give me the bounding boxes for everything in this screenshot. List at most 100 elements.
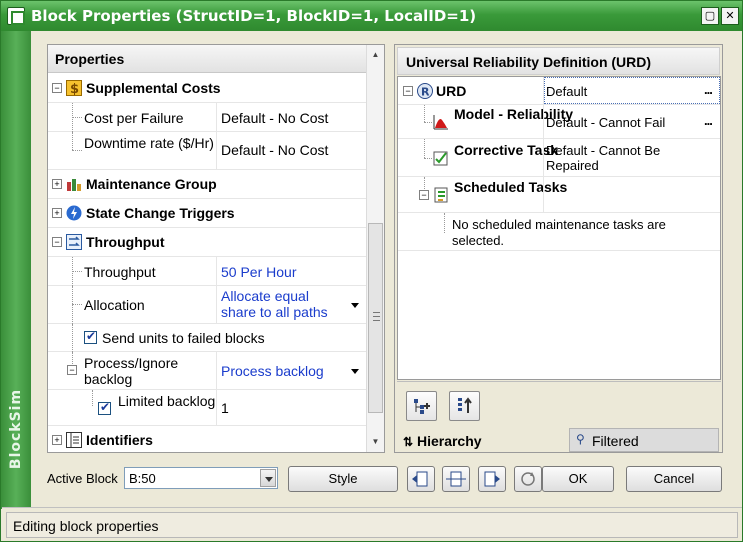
urd-root-browse-button[interactable]: ... <box>704 82 713 97</box>
expand-icon[interactable]: + <box>52 435 62 445</box>
tab-filtered[interactable]: ⚲ Filtered <box>569 428 719 452</box>
throughput-icon <box>66 234 82 250</box>
tree-line <box>424 122 432 123</box>
title-bar[interactable]: Block Properties (StructID=1, BlockID=1,… <box>1 1 742 31</box>
urd-model-value[interactable]: Default - Cannot Fail <box>546 115 665 130</box>
collapse-icon[interactable]: − <box>403 86 413 96</box>
column-divider <box>216 132 217 169</box>
urd-row-corrective[interactable]: Corrective Task Default - Cannot Be Repa… <box>398 139 720 177</box>
prop-name: Throughput <box>84 264 156 280</box>
expand-all-icon <box>414 399 430 414</box>
urd-row-scheduled-note: No scheduled maintenance tasks are selec… <box>398 213 720 251</box>
expand-icon[interactable]: + <box>52 208 62 218</box>
prop-value[interactable]: 1 <box>221 400 229 416</box>
category-throughput[interactable]: − Throughput <box>48 228 366 257</box>
status-bar: Editing block properties <box>2 507 742 541</box>
scroll-thumb[interactable] <box>368 223 383 413</box>
row-process-ignore-backlog[interactable]: − Process/Ignore backlog Process backlog <box>48 352 366 390</box>
maintenance-icon <box>66 176 82 192</box>
category-label: Throughput <box>86 234 165 250</box>
dollar-icon: $ <box>66 80 82 97</box>
cancel-button[interactable]: Cancel <box>626 466 722 492</box>
tab-hierarchy[interactable]: ⇅ Hierarchy <box>403 428 482 452</box>
column-divider <box>216 103 217 131</box>
limited-backlog-checkbox[interactable] <box>98 400 111 415</box>
dropdown-arrow-icon[interactable] <box>351 369 359 374</box>
tree-line <box>72 304 82 305</box>
row-cost-per-failure[interactable]: Cost per Failure Default - No Cost <box>48 103 366 132</box>
category-supplemental-costs[interactable]: − $ Supplemental Costs <box>48 74 366 103</box>
expand-all-button[interactable] <box>406 391 437 421</box>
center-block-button[interactable] <box>442 466 470 492</box>
trigger-icon <box>66 205 82 221</box>
prop-name: Send units to failed blocks <box>102 330 265 346</box>
active-block-select[interactable]: B:50 <box>124 467 278 489</box>
row-send-units[interactable]: Send units to failed blocks <box>48 324 366 352</box>
active-block-label: Active Block <box>47 471 118 486</box>
ok-button[interactable]: OK <box>542 466 614 492</box>
svg-text:R: R <box>421 86 430 99</box>
hierarchy-icon: ⇅ <box>403 435 414 449</box>
tree-line <box>424 139 425 158</box>
category-state-change-triggers[interactable]: + State Change Triggers <box>48 199 366 228</box>
row-limited-backlog[interactable]: Limited backlog 1 <box>48 390 366 426</box>
category-label: Supplemental Costs <box>86 80 221 96</box>
collapse-icon[interactable]: − <box>67 365 77 375</box>
close-button[interactable]: ✕ <box>721 7 739 25</box>
tree-line <box>72 286 73 324</box>
urd-row-scheduled[interactable]: − Scheduled Tasks <box>398 177 720 213</box>
category-maintenance-group[interactable]: + Maintenance Group <box>48 170 366 199</box>
next-block-button[interactable] <box>478 466 506 492</box>
row-throughput[interactable]: Throughput 50 Per Hour <box>48 257 366 286</box>
tab-label: Filtered <box>592 433 639 449</box>
urd-root-name: URD <box>436 83 467 99</box>
chevron-down-icon[interactable] <box>260 469 276 487</box>
prop-name: Downtime rate ($/Hr) <box>84 135 214 151</box>
urd-tabs: ⇅ Hierarchy ⚲ Filtered <box>397 428 721 452</box>
tree-line <box>72 324 73 352</box>
urd-row-root[interactable]: − R URD Default ... <box>398 77 720 105</box>
expand-icon[interactable]: + <box>52 179 62 189</box>
allocation-select[interactable]: Allocate equal share to all paths <box>221 288 346 320</box>
category-identifiers[interactable]: + Identifiers <box>48 427 366 452</box>
scroll-down-icon[interactable]: ▼ <box>367 434 384 450</box>
sort-hierarchy-button[interactable] <box>449 391 480 421</box>
maximize-button[interactable]: ▢ <box>701 7 719 25</box>
column-divider <box>216 352 217 389</box>
urd-model-browse-button[interactable]: ... <box>704 113 713 128</box>
row-allocation[interactable]: Allocation Allocate equal share to all p… <box>48 286 366 324</box>
tree-line <box>424 105 425 122</box>
dropdown-arrow-icon[interactable] <box>351 303 359 308</box>
urd-root-value[interactable]: Default <box>546 84 587 99</box>
column-divider <box>543 139 544 176</box>
properties-scrollbar[interactable]: ▲ ▼ <box>366 45 384 452</box>
process-backlog-select[interactable]: Process backlog <box>221 363 324 379</box>
tree-line <box>72 150 82 151</box>
previous-block-button[interactable] <box>407 466 435 492</box>
tab-label: Hierarchy <box>416 433 482 449</box>
prop-value[interactable]: Default - No Cost <box>221 110 328 126</box>
prop-value[interactable]: Default - No Cost <box>221 142 328 158</box>
row-downtime-rate[interactable]: Downtime rate ($/Hr) Default - No Cost <box>48 132 366 170</box>
send-units-checkbox[interactable] <box>84 329 97 344</box>
sort-icon <box>458 397 472 413</box>
scroll-up-icon[interactable]: ▲ <box>367 47 384 63</box>
urd-corrective-value[interactable]: Default - Cannot Be Repaired <box>546 143 696 173</box>
style-button[interactable]: Style <box>288 466 398 492</box>
filtered-icon: ⚲ <box>576 432 585 446</box>
scheduled-note: No scheduled maintenance tasks are selec… <box>452 217 666 248</box>
tree-line <box>424 158 432 159</box>
collapse-icon[interactable]: − <box>52 83 62 93</box>
refresh-block-button[interactable] <box>514 466 542 492</box>
tree-line <box>92 390 93 406</box>
urd-row-model[interactable]: Model - Reliability Default - Cannot Fai… <box>398 105 720 139</box>
collapse-icon[interactable]: − <box>52 237 62 247</box>
collapse-icon[interactable]: − <box>419 190 429 200</box>
category-label: State Change Triggers <box>86 205 235 221</box>
grip-icon <box>373 312 380 321</box>
prop-value[interactable]: 50 Per Hour <box>221 264 296 280</box>
center-block-icon <box>446 471 466 487</box>
active-block-value: B:50 <box>129 471 156 486</box>
urd-icon: R <box>417 83 433 99</box>
refresh-icon <box>521 472 535 486</box>
